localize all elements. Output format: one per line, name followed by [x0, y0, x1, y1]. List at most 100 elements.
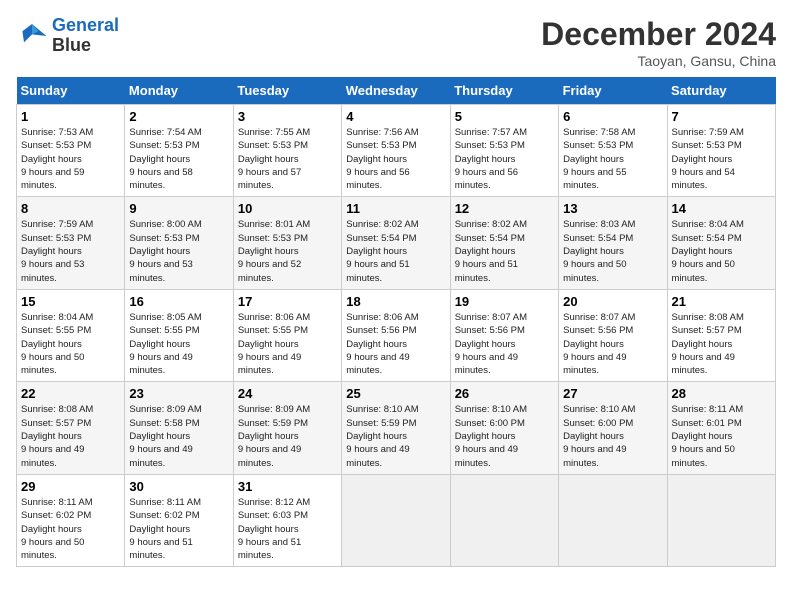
calendar-table: SundayMondayTuesdayWednesdayThursdayFrid… [16, 77, 776, 567]
day-number: 12 [455, 201, 554, 216]
logo-text: GeneralBlue [52, 16, 119, 56]
day-info: Sunrise: 8:12 AM Sunset: 6:03 PM Dayligh… [238, 496, 337, 562]
logo: GeneralBlue [16, 16, 119, 56]
calendar-cell: 30 Sunrise: 8:11 AM Sunset: 6:02 PM Dayl… [125, 474, 233, 566]
day-info: Sunrise: 8:04 AM Sunset: 5:55 PM Dayligh… [21, 311, 120, 377]
calendar-cell: 12 Sunrise: 8:02 AM Sunset: 5:54 PM Dayl… [450, 197, 558, 289]
calendar-cell: 3 Sunrise: 7:55 AM Sunset: 5:53 PM Dayli… [233, 105, 341, 197]
calendar-cell [342, 474, 450, 566]
day-info: Sunrise: 8:08 AM Sunset: 5:57 PM Dayligh… [672, 311, 771, 377]
day-number: 11 [346, 201, 445, 216]
calendar-cell: 2 Sunrise: 7:54 AM Sunset: 5:53 PM Dayli… [125, 105, 233, 197]
calendar-cell: 26 Sunrise: 8:10 AM Sunset: 6:00 PM Dayl… [450, 382, 558, 474]
day-info: Sunrise: 8:04 AM Sunset: 5:54 PM Dayligh… [672, 218, 771, 284]
day-number: 4 [346, 109, 445, 124]
calendar-week-4: 22 Sunrise: 8:08 AM Sunset: 5:57 PM Dayl… [17, 382, 776, 474]
day-info: Sunrise: 7:57 AM Sunset: 5:53 PM Dayligh… [455, 126, 554, 192]
calendar-cell: 17 Sunrise: 8:06 AM Sunset: 5:55 PM Dayl… [233, 289, 341, 381]
day-number: 24 [238, 386, 337, 401]
day-info: Sunrise: 8:07 AM Sunset: 5:56 PM Dayligh… [455, 311, 554, 377]
calendar-cell: 13 Sunrise: 8:03 AM Sunset: 5:54 PM Dayl… [559, 197, 667, 289]
day-info: Sunrise: 7:56 AM Sunset: 5:53 PM Dayligh… [346, 126, 445, 192]
day-info: Sunrise: 8:01 AM Sunset: 5:53 PM Dayligh… [238, 218, 337, 284]
day-number: 28 [672, 386, 771, 401]
calendar-cell: 4 Sunrise: 7:56 AM Sunset: 5:53 PM Dayli… [342, 105, 450, 197]
calendar-cell: 31 Sunrise: 8:12 AM Sunset: 6:03 PM Dayl… [233, 474, 341, 566]
day-number: 23 [129, 386, 228, 401]
weekday-header-friday: Friday [559, 77, 667, 105]
calendar-week-5: 29 Sunrise: 8:11 AM Sunset: 6:02 PM Dayl… [17, 474, 776, 566]
day-number: 20 [563, 294, 662, 309]
calendar-cell: 1 Sunrise: 7:53 AM Sunset: 5:53 PM Dayli… [17, 105, 125, 197]
weekday-header-thursday: Thursday [450, 77, 558, 105]
calendar-cell: 29 Sunrise: 8:11 AM Sunset: 6:02 PM Dayl… [17, 474, 125, 566]
page-header: GeneralBlue December 2024 Taoyan, Gansu,… [16, 16, 776, 69]
title-block: December 2024 Taoyan, Gansu, China [541, 16, 776, 69]
calendar-cell: 16 Sunrise: 8:05 AM Sunset: 5:55 PM Dayl… [125, 289, 233, 381]
day-number: 21 [672, 294, 771, 309]
day-info: Sunrise: 8:11 AM Sunset: 6:02 PM Dayligh… [129, 496, 228, 562]
calendar-cell: 7 Sunrise: 7:59 AM Sunset: 5:53 PM Dayli… [667, 105, 775, 197]
day-number: 27 [563, 386, 662, 401]
calendar-cell: 9 Sunrise: 8:00 AM Sunset: 5:53 PM Dayli… [125, 197, 233, 289]
calendar-cell: 24 Sunrise: 8:09 AM Sunset: 5:59 PM Dayl… [233, 382, 341, 474]
day-info: Sunrise: 8:05 AM Sunset: 5:55 PM Dayligh… [129, 311, 228, 377]
day-info: Sunrise: 8:00 AM Sunset: 5:53 PM Dayligh… [129, 218, 228, 284]
day-number: 5 [455, 109, 554, 124]
weekday-header-monday: Monday [125, 77, 233, 105]
day-info: Sunrise: 8:11 AM Sunset: 6:01 PM Dayligh… [672, 403, 771, 469]
calendar-cell: 18 Sunrise: 8:06 AM Sunset: 5:56 PM Dayl… [342, 289, 450, 381]
weekday-header-sunday: Sunday [17, 77, 125, 105]
day-info: Sunrise: 8:10 AM Sunset: 6:00 PM Dayligh… [455, 403, 554, 469]
calendar-cell: 25 Sunrise: 8:10 AM Sunset: 5:59 PM Dayl… [342, 382, 450, 474]
day-info: Sunrise: 8:09 AM Sunset: 5:58 PM Dayligh… [129, 403, 228, 469]
day-info: Sunrise: 7:55 AM Sunset: 5:53 PM Dayligh… [238, 126, 337, 192]
day-info: Sunrise: 7:58 AM Sunset: 5:53 PM Dayligh… [563, 126, 662, 192]
calendar-cell: 23 Sunrise: 8:09 AM Sunset: 5:58 PM Dayl… [125, 382, 233, 474]
day-number: 29 [21, 479, 120, 494]
calendar-cell: 28 Sunrise: 8:11 AM Sunset: 6:01 PM Dayl… [667, 382, 775, 474]
calendar-cell: 19 Sunrise: 8:07 AM Sunset: 5:56 PM Dayl… [450, 289, 558, 381]
location-title: Taoyan, Gansu, China [541, 53, 776, 69]
calendar-cell: 21 Sunrise: 8:08 AM Sunset: 5:57 PM Dayl… [667, 289, 775, 381]
day-number: 13 [563, 201, 662, 216]
day-info: Sunrise: 8:07 AM Sunset: 5:56 PM Dayligh… [563, 311, 662, 377]
day-info: Sunrise: 8:06 AM Sunset: 5:56 PM Dayligh… [346, 311, 445, 377]
day-number: 2 [129, 109, 228, 124]
day-number: 15 [21, 294, 120, 309]
day-info: Sunrise: 7:59 AM Sunset: 5:53 PM Dayligh… [672, 126, 771, 192]
month-title: December 2024 [541, 16, 776, 53]
day-number: 19 [455, 294, 554, 309]
day-number: 9 [129, 201, 228, 216]
calendar-cell: 22 Sunrise: 8:08 AM Sunset: 5:57 PM Dayl… [17, 382, 125, 474]
calendar-cell: 5 Sunrise: 7:57 AM Sunset: 5:53 PM Dayli… [450, 105, 558, 197]
calendar-cell: 11 Sunrise: 8:02 AM Sunset: 5:54 PM Dayl… [342, 197, 450, 289]
day-info: Sunrise: 8:06 AM Sunset: 5:55 PM Dayligh… [238, 311, 337, 377]
weekday-header-wednesday: Wednesday [342, 77, 450, 105]
calendar-cell [667, 474, 775, 566]
day-number: 18 [346, 294, 445, 309]
day-number: 1 [21, 109, 120, 124]
calendar-cell: 27 Sunrise: 8:10 AM Sunset: 6:00 PM Dayl… [559, 382, 667, 474]
weekday-header-saturday: Saturday [667, 77, 775, 105]
day-info: Sunrise: 8:09 AM Sunset: 5:59 PM Dayligh… [238, 403, 337, 469]
day-number: 31 [238, 479, 337, 494]
day-number: 30 [129, 479, 228, 494]
day-info: Sunrise: 8:10 AM Sunset: 5:59 PM Dayligh… [346, 403, 445, 469]
day-info: Sunrise: 7:54 AM Sunset: 5:53 PM Dayligh… [129, 126, 228, 192]
day-info: Sunrise: 7:59 AM Sunset: 5:53 PM Dayligh… [21, 218, 120, 284]
day-number: 10 [238, 201, 337, 216]
calendar-cell: 20 Sunrise: 8:07 AM Sunset: 5:56 PM Dayl… [559, 289, 667, 381]
calendar-week-1: 1 Sunrise: 7:53 AM Sunset: 5:53 PM Dayli… [17, 105, 776, 197]
day-info: Sunrise: 7:53 AM Sunset: 5:53 PM Dayligh… [21, 126, 120, 192]
calendar-cell: 14 Sunrise: 8:04 AM Sunset: 5:54 PM Dayl… [667, 197, 775, 289]
calendar-cell: 6 Sunrise: 7:58 AM Sunset: 5:53 PM Dayli… [559, 105, 667, 197]
day-number: 7 [672, 109, 771, 124]
calendar-cell [559, 474, 667, 566]
day-info: Sunrise: 8:08 AM Sunset: 5:57 PM Dayligh… [21, 403, 120, 469]
calendar-cell: 15 Sunrise: 8:04 AM Sunset: 5:55 PM Dayl… [17, 289, 125, 381]
day-info: Sunrise: 8:10 AM Sunset: 6:00 PM Dayligh… [563, 403, 662, 469]
day-info: Sunrise: 8:11 AM Sunset: 6:02 PM Dayligh… [21, 496, 120, 562]
calendar-cell: 10 Sunrise: 8:01 AM Sunset: 5:53 PM Dayl… [233, 197, 341, 289]
calendar-week-2: 8 Sunrise: 7:59 AM Sunset: 5:53 PM Dayli… [17, 197, 776, 289]
